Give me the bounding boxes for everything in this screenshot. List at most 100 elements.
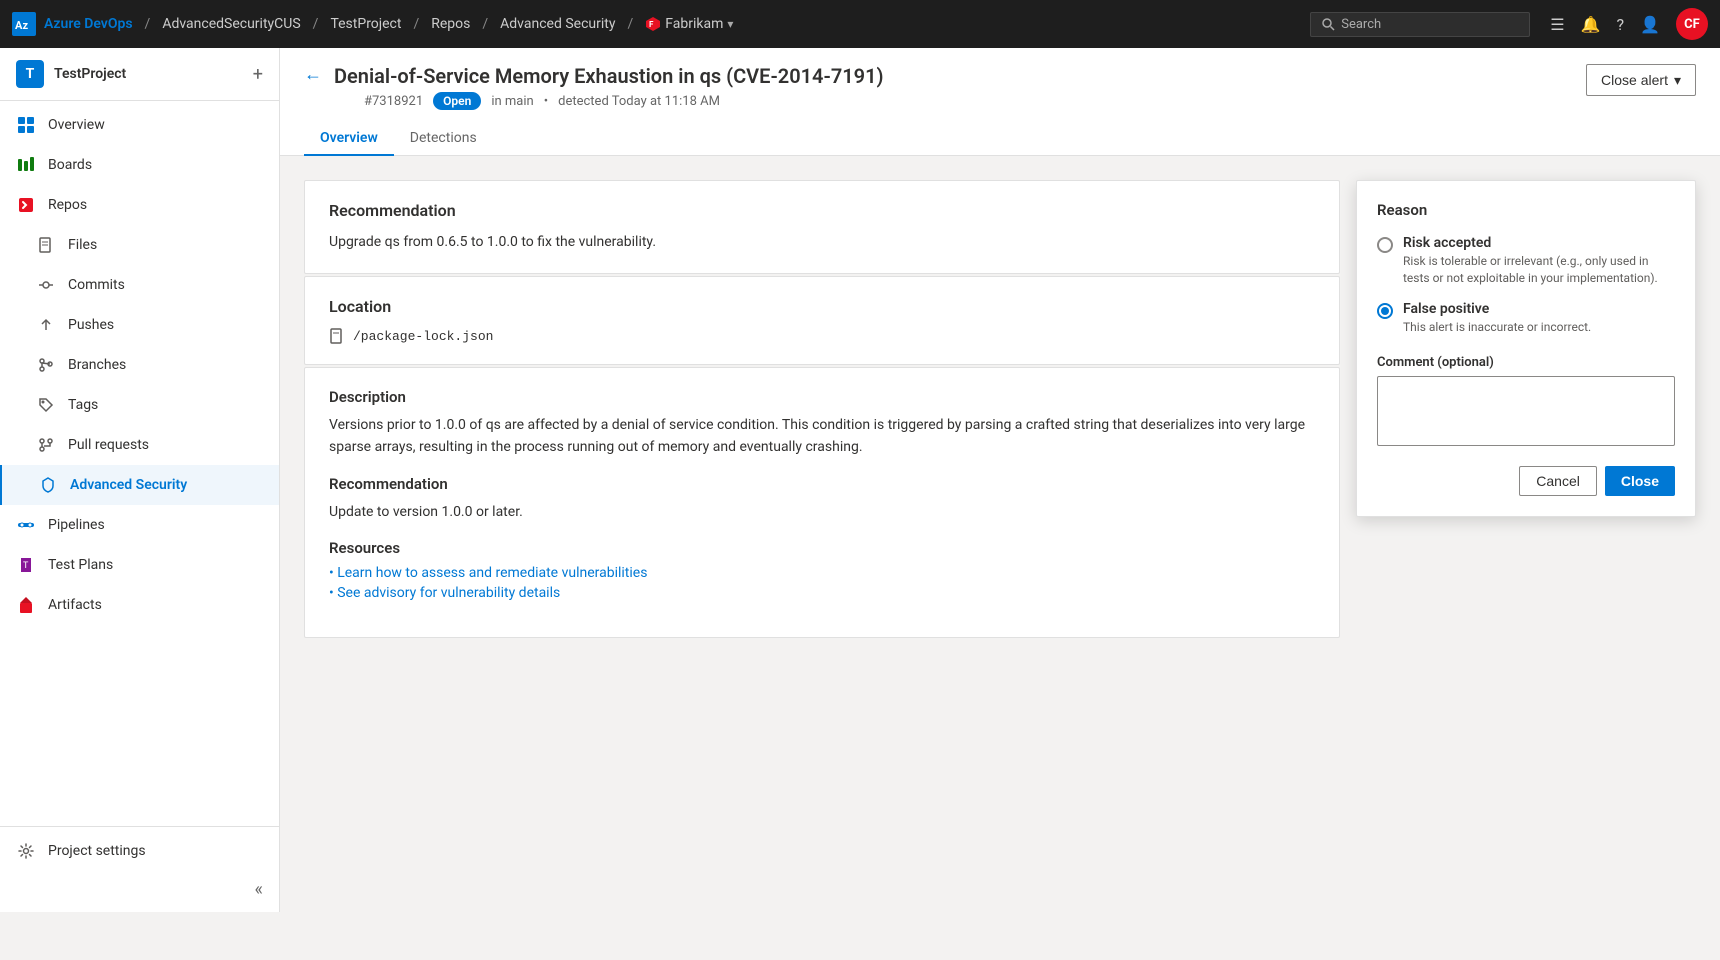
comment-label: Comment (optional) — [1377, 355, 1675, 370]
location-title: Location — [329, 297, 1315, 316]
alert-meta: #7318921 Open in main • detected Today a… — [334, 92, 884, 110]
sidebar-item-pipelines[interactable]: Pipelines — [0, 505, 279, 545]
alert-detected: detected Today at 11:18 AM — [558, 94, 720, 109]
sidebar-label-pushes: Pushes — [68, 317, 114, 333]
recommendation2-title: Recommendation — [329, 475, 1315, 493]
sidebar-item-branches[interactable]: Branches — [0, 345, 279, 385]
radio-group: Risk accepted Risk is tolerable or irrel… — [1377, 235, 1675, 335]
notifications-icon[interactable]: 🔔 — [1581, 15, 1601, 34]
sidebar-item-pushes[interactable]: Pushes — [0, 305, 279, 345]
sidebar-item-tags[interactable]: Tags — [0, 385, 279, 425]
tags-icon — [36, 395, 56, 415]
help-icon[interactable]: ? — [1617, 15, 1625, 34]
breadcrumb-advancedsecuritycus[interactable]: AdvancedSecurityCUS — [162, 16, 300, 32]
alert-id: #7318921 — [364, 94, 423, 109]
repo-selector[interactable]: F Fabrikam ▾ — [645, 16, 733, 32]
settings-icon — [16, 841, 36, 861]
status-badge: Open — [433, 92, 481, 110]
close-alert-panel: Reason Risk accepted Risk is tolerable o… — [1356, 180, 1696, 517]
resource-link-1: Learn how to assess and remediate vulner… — [329, 565, 1315, 581]
description-title: Description — [329, 388, 1315, 406]
sidebar-item-advanced-security[interactable]: Advanced Security — [0, 465, 279, 505]
page-header: ← Denial-of-Service Memory Exhaustion in… — [280, 48, 1720, 156]
resource-link-2: See advisory for vulnerability details — [329, 585, 1315, 601]
recommendation-text: Upgrade qs from 0.6.5 to 1.0.0 to fix th… — [329, 232, 1315, 253]
radio-content-false-positive: False positive This alert is inaccurate … — [1403, 301, 1591, 336]
resources-title: Resources — [329, 539, 1315, 557]
menu-icon[interactable]: ☰ — [1550, 15, 1564, 34]
search-placeholder: Search — [1341, 17, 1381, 32]
content-area: Recommendation Upgrade qs from 0.6.5 to … — [280, 156, 1720, 912]
commits-icon — [36, 275, 56, 295]
close-alert-button[interactable]: Close alert ▾ — [1586, 64, 1696, 96]
alert-branch: in main — [491, 94, 533, 109]
sidebar-item-artifacts[interactable]: Artifacts — [0, 585, 279, 625]
avatar[interactable]: CF — [1676, 8, 1708, 40]
svg-text:F: F — [649, 20, 654, 29]
breadcrumb-testproject[interactable]: TestProject — [330, 16, 401, 32]
radio-content-risk-accepted: Risk accepted Risk is tolerable or irrel… — [1403, 235, 1675, 287]
repo-icon: F — [645, 16, 661, 32]
back-button[interactable]: ← — [304, 64, 322, 85]
tab-detections[interactable]: Detections — [394, 122, 493, 156]
close-alert-chevron-icon: ▾ — [1674, 72, 1681, 89]
file-path: /package-lock.json — [353, 329, 493, 344]
sidebar-label-test-plans: Test Plans — [48, 557, 113, 573]
radio-circle-false-positive — [1377, 303, 1393, 319]
radio-option-risk-accepted[interactable]: Risk accepted Risk is tolerable or irrel… — [1377, 235, 1675, 287]
resource-link-2-anchor[interactable]: See advisory for vulnerability details — [337, 585, 560, 601]
file-reference: /package-lock.json — [329, 328, 1315, 344]
panel-actions: Cancel Close — [1377, 466, 1675, 496]
sidebar-item-test-plans[interactable]: T Test Plans — [0, 545, 279, 585]
sidebar-label-boards: Boards — [48, 157, 92, 173]
user-settings-icon[interactable]: 👤 — [1640, 15, 1660, 34]
sidebar-item-repos[interactable]: Repos — [0, 185, 279, 225]
add-project-button[interactable]: + — [253, 64, 263, 85]
svg-text:T: T — [23, 561, 29, 571]
page-title: Denial-of-Service Memory Exhaustion in q… — [334, 64, 884, 88]
cancel-button[interactable]: Cancel — [1519, 466, 1597, 496]
sidebar-label-tags: Tags — [68, 397, 98, 413]
location-card: Location /package-lock.json — [304, 276, 1340, 365]
description-text: Versions prior to 1.0.0 of qs are affect… — [329, 414, 1315, 459]
top-nav: Az Azure DevOps / AdvancedSecurityCUS / … — [0, 0, 1720, 48]
tabs: Overview Detections — [304, 122, 1696, 155]
sidebar-item-project-settings[interactable]: Project settings — [0, 831, 279, 871]
layout: T TestProject + Overview Boards — [0, 48, 1720, 912]
recommendation2-section: Recommendation Update to version 1.0.0 o… — [329, 475, 1315, 523]
comment-textarea[interactable] — [1377, 376, 1675, 446]
resource-link-1-anchor[interactable]: Learn how to assess and remediate vulner… — [337, 565, 647, 581]
file-icon — [329, 328, 345, 344]
radio-label-false-positive: False positive — [1403, 301, 1591, 317]
sidebar-item-pull-requests[interactable]: Pull requests — [0, 425, 279, 465]
tab-overview[interactable]: Overview — [304, 122, 394, 156]
radio-desc-risk-accepted: Risk is tolerable or irrelevant (e.g., o… — [1403, 253, 1675, 287]
sidebar-label-pipelines: Pipelines — [48, 517, 105, 533]
sidebar-item-files[interactable]: Files — [0, 225, 279, 265]
project-name: TestProject — [54, 66, 243, 82]
search-box[interactable]: Search — [1310, 12, 1530, 37]
resources-section: Resources Learn how to assess and remedi… — [329, 539, 1315, 601]
sidebar-item-commits[interactable]: Commits — [0, 265, 279, 305]
artifacts-icon — [16, 595, 36, 615]
files-icon — [36, 235, 56, 255]
sidebar-label-advanced-security: Advanced Security — [70, 477, 187, 493]
recommendation2-text: Update to version 1.0.0 or later. — [329, 501, 1315, 523]
main-panel: Recommendation Upgrade qs from 0.6.5 to … — [304, 180, 1340, 888]
sidebar-item-boards[interactable]: Boards — [0, 145, 279, 185]
close-confirm-button[interactable]: Close — [1605, 466, 1675, 496]
recommendation-card: Recommendation Upgrade qs from 0.6.5 to … — [304, 180, 1340, 274]
page-header-top: ← Denial-of-Service Memory Exhaustion in… — [304, 64, 1696, 110]
breadcrumb-advanced-security[interactable]: Advanced Security — [500, 16, 615, 32]
panel-title: Reason — [1377, 201, 1675, 219]
sidebar-label-overview: Overview — [48, 117, 105, 133]
breadcrumb-repos[interactable]: Repos — [431, 16, 470, 32]
radio-option-false-positive[interactable]: False positive This alert is inaccurate … — [1377, 301, 1675, 336]
description-section: Description Versions prior to 1.0.0 of q… — [329, 388, 1315, 459]
sidebar-label-pull-requests: Pull requests — [68, 437, 149, 453]
org-name[interactable]: Azure DevOps — [44, 16, 133, 32]
sidebar-item-overview[interactable]: Overview — [0, 105, 279, 145]
sidebar-label-branches: Branches — [68, 357, 126, 373]
main-content: ← Denial-of-Service Memory Exhaustion in… — [280, 48, 1720, 912]
collapse-sidebar-button[interactable]: « — [0, 871, 279, 908]
